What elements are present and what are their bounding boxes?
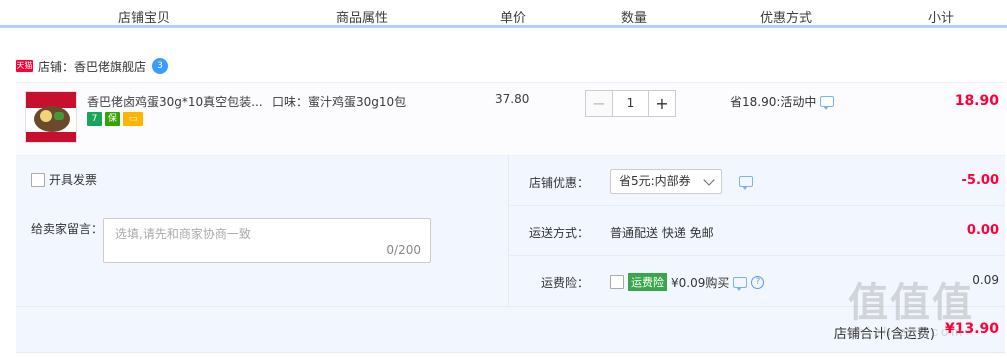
memo-char-counter: 0/200 bbox=[386, 243, 421, 257]
quantity-input[interactable]: 1 bbox=[613, 90, 648, 117]
increase-quantity-button[interactable]: + bbox=[648, 90, 676, 117]
invoice-checkbox[interactable] bbox=[31, 172, 45, 187]
col-attribute: 商品属性 bbox=[336, 11, 389, 26]
shipping-value: 0.00 bbox=[966, 223, 999, 238]
watermark: 值值值 zhizhizhi.com bbox=[848, 270, 974, 339]
item-discount-text: 省18.90:活动中 bbox=[730, 95, 817, 109]
message-icon[interactable] bbox=[820, 96, 835, 110]
col-subtotal: 小计 bbox=[928, 11, 955, 26]
insurance-option: 运费险 ¥0.09购买 ? bbox=[610, 273, 765, 291]
service-badges: 7 保 ▭ bbox=[87, 112, 143, 126]
watermark-logo: 值值值 bbox=[848, 281, 974, 325]
shipping-label: 运送方式： bbox=[528, 226, 589, 240]
chevron-down-icon bbox=[703, 174, 715, 186]
quantity-stepper: − 1 + bbox=[585, 90, 676, 117]
unit-price: 37.80 bbox=[495, 92, 530, 106]
invoice-label: 开具发票 bbox=[49, 173, 98, 187]
seven-day-return-icon[interactable]: 7 bbox=[87, 112, 102, 126]
product-thumbnail[interactable] bbox=[25, 91, 77, 143]
shop-discount-value: -5.00 bbox=[961, 173, 999, 188]
insurance-tag: 运费险 bbox=[628, 273, 667, 291]
divider bbox=[16, 352, 1005, 353]
shipping-info: 普通配送 快递 免邮 bbox=[610, 226, 714, 240]
tmall-icon: 天猫 bbox=[16, 60, 33, 72]
help-icon[interactable]: ? bbox=[751, 275, 765, 289]
col-unit-price: 单价 bbox=[500, 11, 527, 26]
shop-name-link[interactable]: 店铺：香巴佬旗舰店 bbox=[38, 58, 146, 75]
insurance-value: 0.09 bbox=[972, 273, 999, 287]
message-icon[interactable] bbox=[733, 276, 748, 291]
memo-textarea[interactable]: 选填,请先和商家协商一致 0/200 bbox=[103, 218, 431, 263]
product-attribute: 口味：蜜汁鸡蛋30g10包 bbox=[272, 95, 407, 109]
order-item-row: 香巴佬卤鸡蛋30g*10真空包装... 7 保 ▭ 口味：蜜汁鸡蛋30g10包 … bbox=[16, 82, 1005, 156]
guarantee-icon[interactable]: 保 bbox=[105, 112, 120, 126]
column-header: 店铺宝贝 商品属性 单价 数量 优惠方式 小计 bbox=[0, 0, 1007, 28]
memo-label: 给卖家留言： bbox=[31, 222, 104, 236]
item-discount: 省18.90:活动中 bbox=[730, 93, 835, 110]
invoice-option[interactable]: 开具发票 bbox=[31, 171, 97, 188]
shop-discount-selected: 省5元:内部券 bbox=[619, 174, 691, 188]
watermark-url: zhizhizhi.com bbox=[848, 324, 966, 339]
insurance-price: ¥0.09购买 bbox=[671, 275, 730, 290]
shop-discount-select[interactable]: 省5元:内部券 bbox=[610, 169, 722, 194]
col-quantity: 数量 bbox=[621, 11, 648, 26]
credit-card-icon[interactable]: ▭ bbox=[123, 112, 143, 126]
shop-row: 天猫 店铺：香巴佬旗舰店 3 bbox=[16, 57, 169, 75]
memo-placeholder: 选填,请先和商家协商一致 bbox=[115, 227, 251, 241]
wangwang-chat-icon[interactable]: 3 bbox=[152, 58, 169, 74]
shop-discount-label: 店铺优惠： bbox=[528, 176, 589, 190]
insurance-checkbox[interactable] bbox=[610, 275, 624, 289]
order-confirm: 店铺宝贝 商品属性 单价 数量 优惠方式 小计 天猫 店铺：香巴佬旗舰店 3 香… bbox=[0, 0, 1007, 357]
shop-discount-row: 店铺优惠： 省5元:内部券 -5.00 bbox=[510, 156, 1005, 206]
message-icon[interactable] bbox=[739, 176, 753, 190]
col-shop-item: 店铺宝贝 bbox=[118, 11, 171, 26]
insurance-label: 运费险： bbox=[540, 276, 589, 290]
decrease-quantity-button[interactable]: − bbox=[585, 90, 613, 117]
shipping-row: 运送方式： 普通配送 快递 免邮 0.00 bbox=[510, 206, 1005, 256]
col-discount: 优惠方式 bbox=[760, 11, 813, 26]
item-subtotal: 18.90 bbox=[954, 93, 999, 109]
product-title-link[interactable]: 香巴佬卤鸡蛋30g*10真空包装... bbox=[87, 93, 272, 110]
left-options: 开具发票 给卖家留言： 选填,请先和商家协商一致 0/200 bbox=[16, 156, 509, 306]
